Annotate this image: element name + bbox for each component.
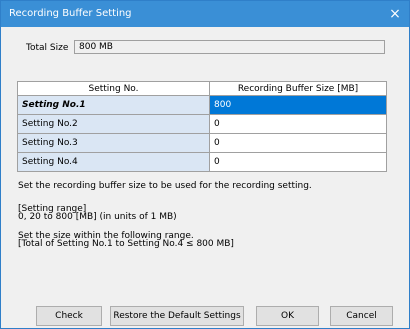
cancel-button[interactable]: Cancel (330, 306, 393, 326)
title-bar: Recording Buffer Setting × (1, 1, 409, 27)
buffer-size-cell-1[interactable]: 800 (209, 95, 387, 115)
grid-row[interactable]: Setting No.2 0 (17, 114, 387, 134)
recording-buffer-grid: Setting No. Recording Buffer Size [MB] S… (17, 81, 387, 172)
restore-defaults-button[interactable]: Restore the Default Settings (110, 306, 244, 326)
row-header-setting-2[interactable]: Setting No.2 (17, 114, 210, 134)
grid-row[interactable]: Setting No.4 0 (17, 152, 387, 172)
check-button[interactable]: Check (36, 306, 102, 326)
column-header-buffer-size: Recording Buffer Size [MB] (209, 81, 387, 96)
dialog-title: Recording Buffer Setting (9, 8, 132, 19)
grid-row[interactable]: Setting No.1 800 (17, 95, 387, 115)
buffer-size-cell-4[interactable]: 0 (209, 152, 387, 172)
row-header-setting-4[interactable]: Setting No.4 (17, 152, 210, 172)
dialog-window: Recording Buffer Setting × Total Size 80… (0, 0, 410, 329)
buffer-size-cell-3[interactable]: 0 (209, 133, 387, 153)
buffer-size-cell-2[interactable]: 0 (209, 114, 387, 134)
description-text: Set the recording buffer size to be used… (18, 181, 312, 191)
grid-row[interactable]: Setting No.3 0 (17, 133, 387, 153)
row-header-setting-3[interactable]: Setting No.3 (17, 133, 210, 153)
row-header-setting-1[interactable]: Setting No.1 (17, 95, 210, 115)
close-icon[interactable]: × (381, 1, 409, 27)
total-size-label: Total Size (26, 43, 69, 53)
column-header-setting-no: Setting No. (17, 81, 210, 96)
range-note-line-2: [Total of Setting No.1 to Setting No.4 ≤… (18, 239, 234, 249)
setting-range-value: 0, 20 to 800 [MB] (in units of 1 MB) (18, 212, 177, 222)
total-size-field: 800 MB (74, 40, 385, 54)
ok-button[interactable]: OK (256, 306, 319, 326)
